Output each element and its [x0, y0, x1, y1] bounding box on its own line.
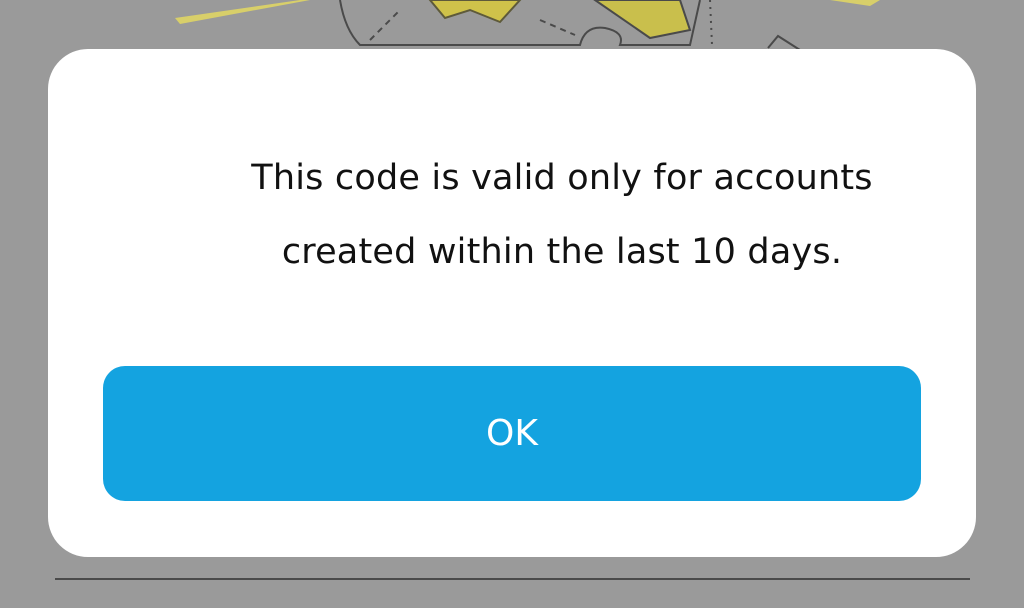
divider: [55, 578, 970, 580]
dialog-message: This code is valid only for accounts cre…: [251, 158, 873, 272]
alert-dialog: This code is valid only for accounts cre…: [48, 49, 976, 557]
ok-button[interactable]: OK: [103, 366, 921, 501]
app-screen: This code is valid only for accounts cre…: [0, 0, 1024, 608]
